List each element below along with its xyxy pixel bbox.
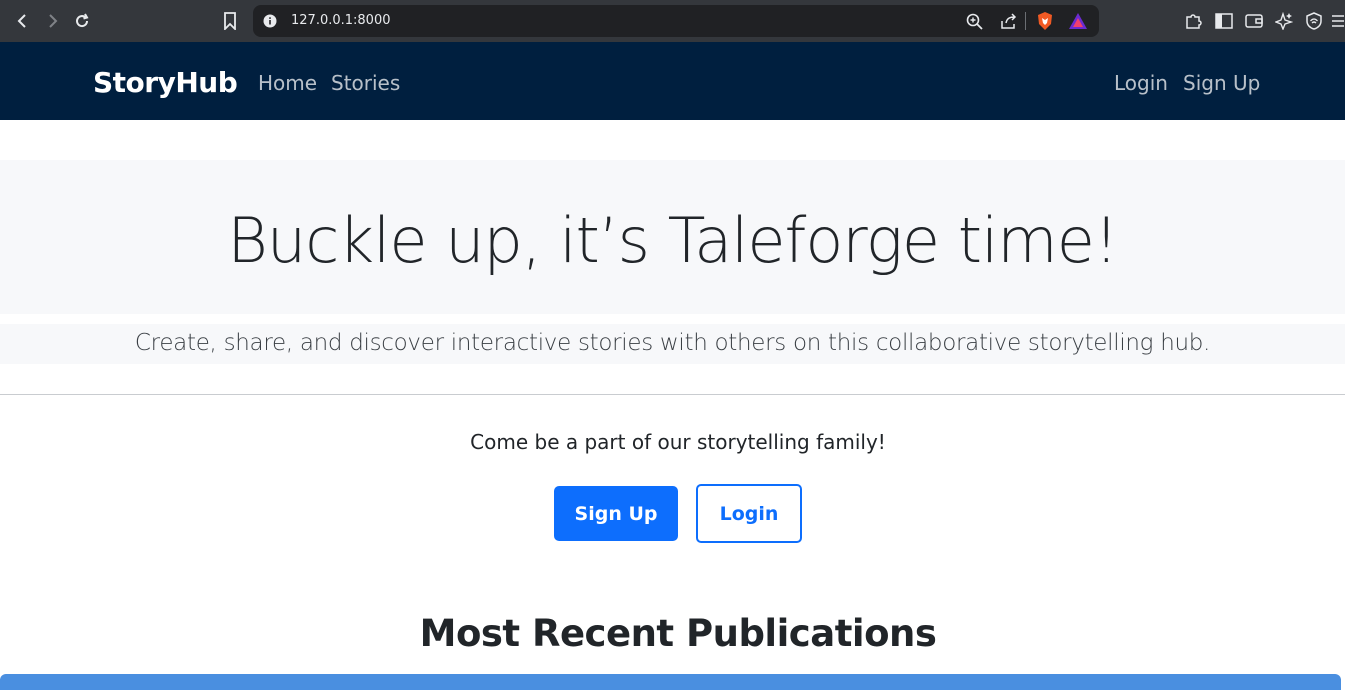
share-icon[interactable] bbox=[998, 11, 1018, 31]
browser-toolbar: 127.0.0.1:8000 bbox=[0, 0, 1345, 42]
nav-link-signup[interactable]: Sign Up bbox=[1183, 71, 1260, 95]
hero-lead-band: Create, share, and discover interactive … bbox=[0, 324, 1345, 364]
rewards-icon[interactable] bbox=[1068, 11, 1088, 31]
sidebar-icon[interactable] bbox=[1214, 11, 1234, 31]
site-navbar: StoryHub Home Stories Login Sign Up bbox=[0, 42, 1345, 120]
hero-jumbotron: Buckle up, it’s Taleforge time! bbox=[0, 160, 1345, 314]
nav-link-home[interactable]: Home bbox=[258, 71, 317, 95]
brave-shield-icon[interactable] bbox=[1035, 11, 1055, 31]
reload-icon[interactable] bbox=[67, 6, 97, 36]
publications-heading: Most Recent Publications bbox=[419, 612, 937, 655]
nav-link-login[interactable]: Login bbox=[1114, 71, 1168, 95]
brand-logo[interactable]: StoryHub bbox=[93, 66, 238, 99]
url-text[interactable]: 127.0.0.1:8000 bbox=[291, 13, 391, 28]
publication-card-header bbox=[0, 674, 1341, 690]
leo-ai-icon[interactable] bbox=[1274, 11, 1294, 31]
zoom-icon[interactable] bbox=[964, 11, 984, 31]
cta-text: Come be a part of our storytelling famil… bbox=[470, 430, 886, 454]
extensions-icon[interactable] bbox=[1183, 11, 1203, 31]
menu-icon[interactable] bbox=[1331, 11, 1345, 31]
site-info-icon[interactable] bbox=[260, 11, 280, 31]
address-bar[interactable]: 127.0.0.1:8000 bbox=[253, 5, 1099, 37]
toolbar-separator bbox=[1025, 12, 1026, 30]
wallet-icon[interactable] bbox=[1244, 11, 1264, 31]
hero-title: Buckle up, it’s Taleforge time! bbox=[227, 204, 1118, 277]
vpn-icon[interactable] bbox=[1304, 11, 1324, 31]
signup-button[interactable]: Sign Up bbox=[554, 486, 678, 541]
bookmark-icon[interactable] bbox=[215, 6, 245, 36]
login-button[interactable]: Login bbox=[696, 484, 802, 543]
section-divider bbox=[0, 394, 1345, 395]
hero-lead: Create, share, and discover interactive … bbox=[134, 330, 1211, 356]
forward-icon[interactable] bbox=[37, 6, 67, 36]
nav-link-stories[interactable]: Stories bbox=[331, 71, 400, 95]
back-icon[interactable] bbox=[8, 6, 38, 36]
